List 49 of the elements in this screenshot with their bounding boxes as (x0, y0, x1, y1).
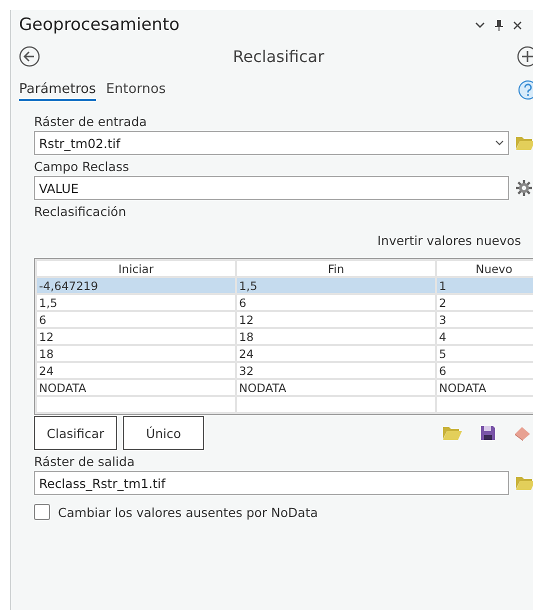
classify-button[interactable]: Clasificar (34, 416, 117, 450)
table-cell[interactable]: NODATA (237, 380, 435, 395)
checkbox-label: Cambiar los valores ausentes por NoData (58, 505, 318, 520)
reverse-values-link[interactable]: Invertir valores nuevos (377, 233, 521, 248)
table-cell[interactable]: 32 (237, 363, 435, 378)
table-cell[interactable]: 6 (237, 295, 435, 310)
table-cell[interactable]: 2 (437, 295, 533, 310)
table-cell[interactable]: 6 (437, 363, 533, 378)
unique-button[interactable]: Único (123, 416, 204, 450)
output-raster-input[interactable]: Reclass_Rstr_tm1.tif (34, 471, 509, 495)
field-label: Ráster de salida (34, 454, 135, 469)
table-cell[interactable]: NODATA (437, 380, 533, 395)
table-cell[interactable]: 3 (437, 312, 533, 327)
close-icon[interactable] (513, 20, 522, 30)
save-icon[interactable] (480, 425, 496, 441)
table-cell[interactable]: 1,5 (37, 295, 235, 310)
gear-icon[interactable] (515, 179, 533, 197)
table-cell[interactable]: 6 (37, 312, 235, 327)
checkbox[interactable] (34, 504, 50, 520)
tab[interactable]: Entornos (106, 79, 166, 101)
table-cell[interactable]: 24 (237, 346, 435, 361)
reclass-field-input[interactable]: VALUE (34, 176, 509, 200)
table-cell[interactable]: -4,647219 (37, 278, 235, 293)
field-label: Campo Reclass (34, 159, 129, 174)
field-label: Ráster de entrada (34, 114, 147, 129)
section-label: Reclasificación (34, 204, 126, 219)
table-cell[interactable]: 24 (37, 363, 235, 378)
tab[interactable]: Parámetros (19, 79, 96, 101)
help-icon[interactable] (518, 80, 533, 100)
column-header[interactable]: Iniciar (37, 261, 235, 276)
table-cell[interactable]: 18 (237, 329, 435, 344)
table-cell[interactable]: 18 (37, 346, 235, 361)
pane-title: Geoprocesamiento (19, 15, 181, 35)
eraser-icon[interactable] (514, 425, 532, 441)
column-header[interactable]: Nuevo (437, 261, 533, 276)
caret-icon (495, 140, 504, 146)
table-cell[interactable]: 12 (237, 312, 435, 327)
chevron-down-icon[interactable] (475, 22, 485, 28)
table-cell[interactable]: 5 (437, 346, 533, 361)
add-icon[interactable] (517, 46, 533, 66)
table-cell[interactable]: 12 (37, 329, 235, 344)
table-cell[interactable]: 1,5 (237, 278, 435, 293)
column-header[interactable]: Fin (237, 261, 435, 276)
table-cell[interactable]: 4 (437, 329, 533, 344)
pin-icon[interactable] (495, 20, 503, 30)
input-raster-dropdown[interactable]: Rstr_tm02.tif (34, 131, 509, 155)
table-cell[interactable]: NODATA (37, 380, 235, 395)
tool-title: Reclasificar (232, 46, 326, 66)
table-cell[interactable]: 1 (437, 278, 533, 293)
